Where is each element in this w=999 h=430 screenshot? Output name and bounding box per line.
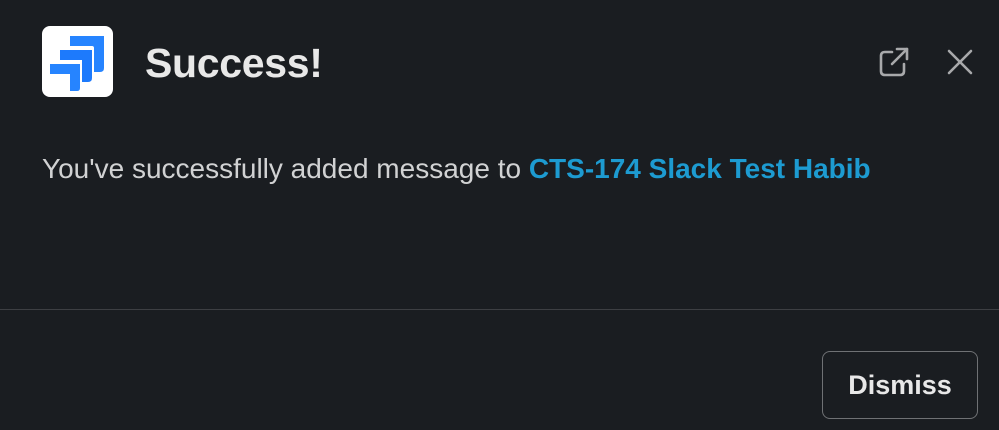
dialog-footer: Dismiss bbox=[0, 310, 999, 430]
dialog-header: Success! bbox=[0, 0, 999, 120]
jira-logo-icon bbox=[42, 26, 113, 97]
success-dialog: Success! You've successfully added messa… bbox=[0, 0, 999, 430]
dialog-title: Success! bbox=[145, 40, 323, 86]
open-external-icon[interactable] bbox=[874, 42, 914, 82]
close-icon[interactable] bbox=[940, 42, 980, 82]
success-message: You've successfully added message to CTS… bbox=[42, 150, 871, 188]
issue-link[interactable]: CTS-174 Slack Test Habib bbox=[529, 153, 871, 184]
message-prefix: You've successfully added message to bbox=[42, 153, 529, 184]
dismiss-button[interactable]: Dismiss bbox=[822, 351, 978, 419]
